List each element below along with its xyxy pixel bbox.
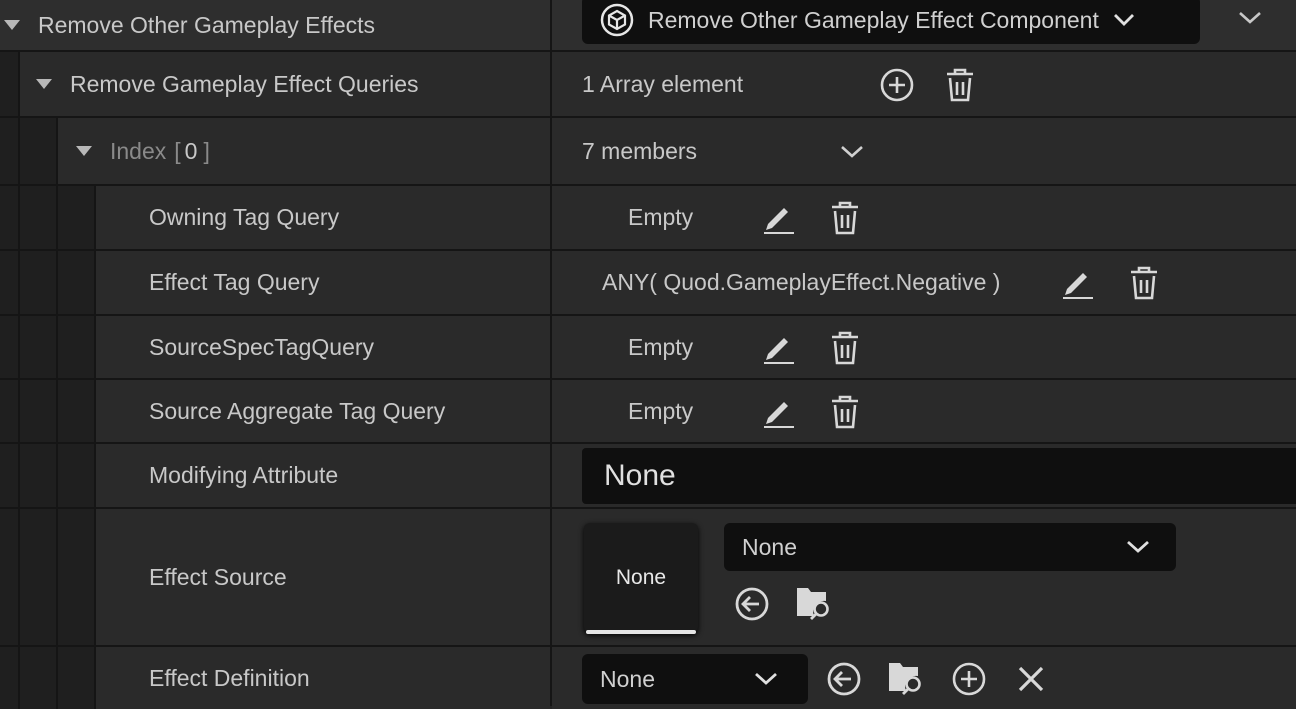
index-value: 0: [184, 137, 198, 164]
use-selected-arrow-icon: [827, 662, 861, 696]
property-row-source-spec-tag-query: SourceSpecTagQuery Empty: [0, 316, 1296, 380]
tag-query-value: Empty: [628, 397, 694, 424]
property-row-effect-source: Effect Source None None: [0, 509, 1296, 647]
edit-query-button[interactable]: [1057, 263, 1097, 303]
clear-query-button[interactable]: [825, 392, 865, 432]
tag-query-value: ANY( Quod.GameplayEffect.Negative ): [602, 269, 1001, 295]
property-row-source-aggregate-tag-query: Source Aggregate Tag Query Empty: [0, 380, 1296, 444]
plus-circle-icon: [952, 662, 986, 696]
edit-query-button[interactable]: [758, 392, 798, 432]
index-label: Index: [110, 137, 167, 164]
array-title: Remove Gameplay Effect Queries: [70, 70, 419, 97]
expand-caret-icon[interactable]: [76, 146, 92, 156]
create-new-button[interactable]: [949, 659, 989, 699]
options-chevron-button[interactable]: [1230, 0, 1270, 38]
component-cube-icon: [600, 3, 634, 37]
property-row-effect-tag-query: Effect Tag Query ANY( Quod.GameplayEffec…: [0, 251, 1296, 316]
expand-caret-icon[interactable]: [4, 20, 20, 30]
property-label: Effect Definition: [149, 664, 310, 691]
browse-asset-button[interactable]: [794, 583, 834, 623]
component-class-dropdown[interactable]: Remove Other Gameplay Effect Component: [582, 0, 1200, 44]
index-close-bracket: ]: [203, 137, 210, 164]
section-header[interactable]: Remove Other Gameplay Effects: [4, 0, 375, 50]
property-row-modifying-attribute: Modifying Attribute None: [0, 444, 1296, 509]
chevron-down-icon: [1127, 540, 1149, 553]
use-selected-button[interactable]: [732, 584, 772, 624]
close-icon: [1018, 666, 1044, 692]
pencil-icon: [764, 208, 794, 234]
array-row-remove-gameplay-effect-queries: Remove Gameplay Effect Queries 1 Array e…: [0, 52, 1296, 118]
browse-class-button[interactable]: [886, 658, 926, 698]
property-label: Effect Source: [149, 563, 287, 590]
property-label: Owning Tag Query: [149, 204, 340, 230]
folder-search-icon: [889, 663, 921, 695]
thumbnail-label: None: [615, 566, 667, 589]
index-open-bracket: [: [174, 137, 181, 164]
column-splitter[interactable]: [550, 0, 552, 706]
trash-icon: [832, 331, 858, 365]
asset-picker-value: None: [742, 533, 797, 560]
property-label: Source Aggregate Tag Query: [149, 397, 446, 424]
array-count: 1 Array element: [582, 70, 744, 97]
trash-icon: [947, 68, 973, 102]
asset-picker-dropdown[interactable]: None: [724, 523, 1176, 571]
property-row-effect-definition: Effect Definition None: [0, 647, 1296, 709]
trash-icon: [832, 395, 858, 429]
details-panel: Remove Other Gameplay Effects Remove Oth…: [0, 0, 1296, 709]
expand-caret-icon[interactable]: [36, 79, 52, 89]
array-header[interactable]: Remove Gameplay Effect Queries: [36, 52, 419, 116]
property-row-owning-tag-query: Owning Tag Query Empty: [0, 186, 1296, 251]
chevron-down-icon: [1239, 12, 1261, 24]
tag-query-value: Empty: [628, 333, 694, 360]
folder-search-icon: [797, 588, 829, 620]
array-element-row-index-0: Index [ 0 ] 7 members: [0, 118, 1296, 186]
members-dropdown-button[interactable]: [832, 132, 872, 172]
trash-icon: [1131, 266, 1157, 300]
clear-query-button[interactable]: [1124, 263, 1164, 303]
index-header[interactable]: Index [ 0 ]: [76, 118, 210, 184]
members-count: 7 members: [582, 137, 698, 164]
clear-query-button[interactable]: [825, 198, 865, 238]
property-label: Effect Tag Query: [149, 269, 320, 295]
section-row-remove-other-gameplay-effects: Remove Other Gameplay Effects Remove Oth…: [0, 0, 1296, 52]
use-selected-arrow-icon: [735, 587, 769, 621]
property-label: SourceSpecTagQuery: [149, 333, 375, 360]
plus-circle-icon: [880, 68, 914, 102]
modifying-attribute-field[interactable]: None: [582, 448, 1296, 504]
pencil-icon: [1063, 273, 1093, 299]
clear-query-button[interactable]: [825, 328, 865, 368]
edit-query-button[interactable]: [758, 328, 798, 368]
clear-value-button[interactable]: [1011, 659, 1051, 699]
asset-thumbnail[interactable]: None: [584, 523, 698, 634]
add-element-button[interactable]: [877, 65, 917, 105]
pencil-icon: [764, 338, 794, 364]
property-label: Modifying Attribute: [149, 462, 339, 488]
chevron-down-icon: [841, 146, 863, 158]
class-picker-dropdown[interactable]: None: [582, 654, 808, 704]
chevron-down-icon: [755, 672, 777, 685]
tag-query-value: Empty: [628, 204, 694, 230]
section-title: Remove Other Gameplay Effects: [38, 11, 376, 38]
clear-array-button[interactable]: [940, 65, 980, 105]
trash-icon: [832, 201, 858, 235]
component-class-label: Remove Other Gameplay Effect Component: [648, 6, 1099, 33]
class-picker-value: None: [600, 665, 655, 692]
chevron-down-icon: [1113, 14, 1134, 26]
edit-query-button[interactable]: [758, 198, 798, 238]
pencil-icon: [764, 402, 794, 428]
use-selected-button[interactable]: [824, 659, 864, 699]
